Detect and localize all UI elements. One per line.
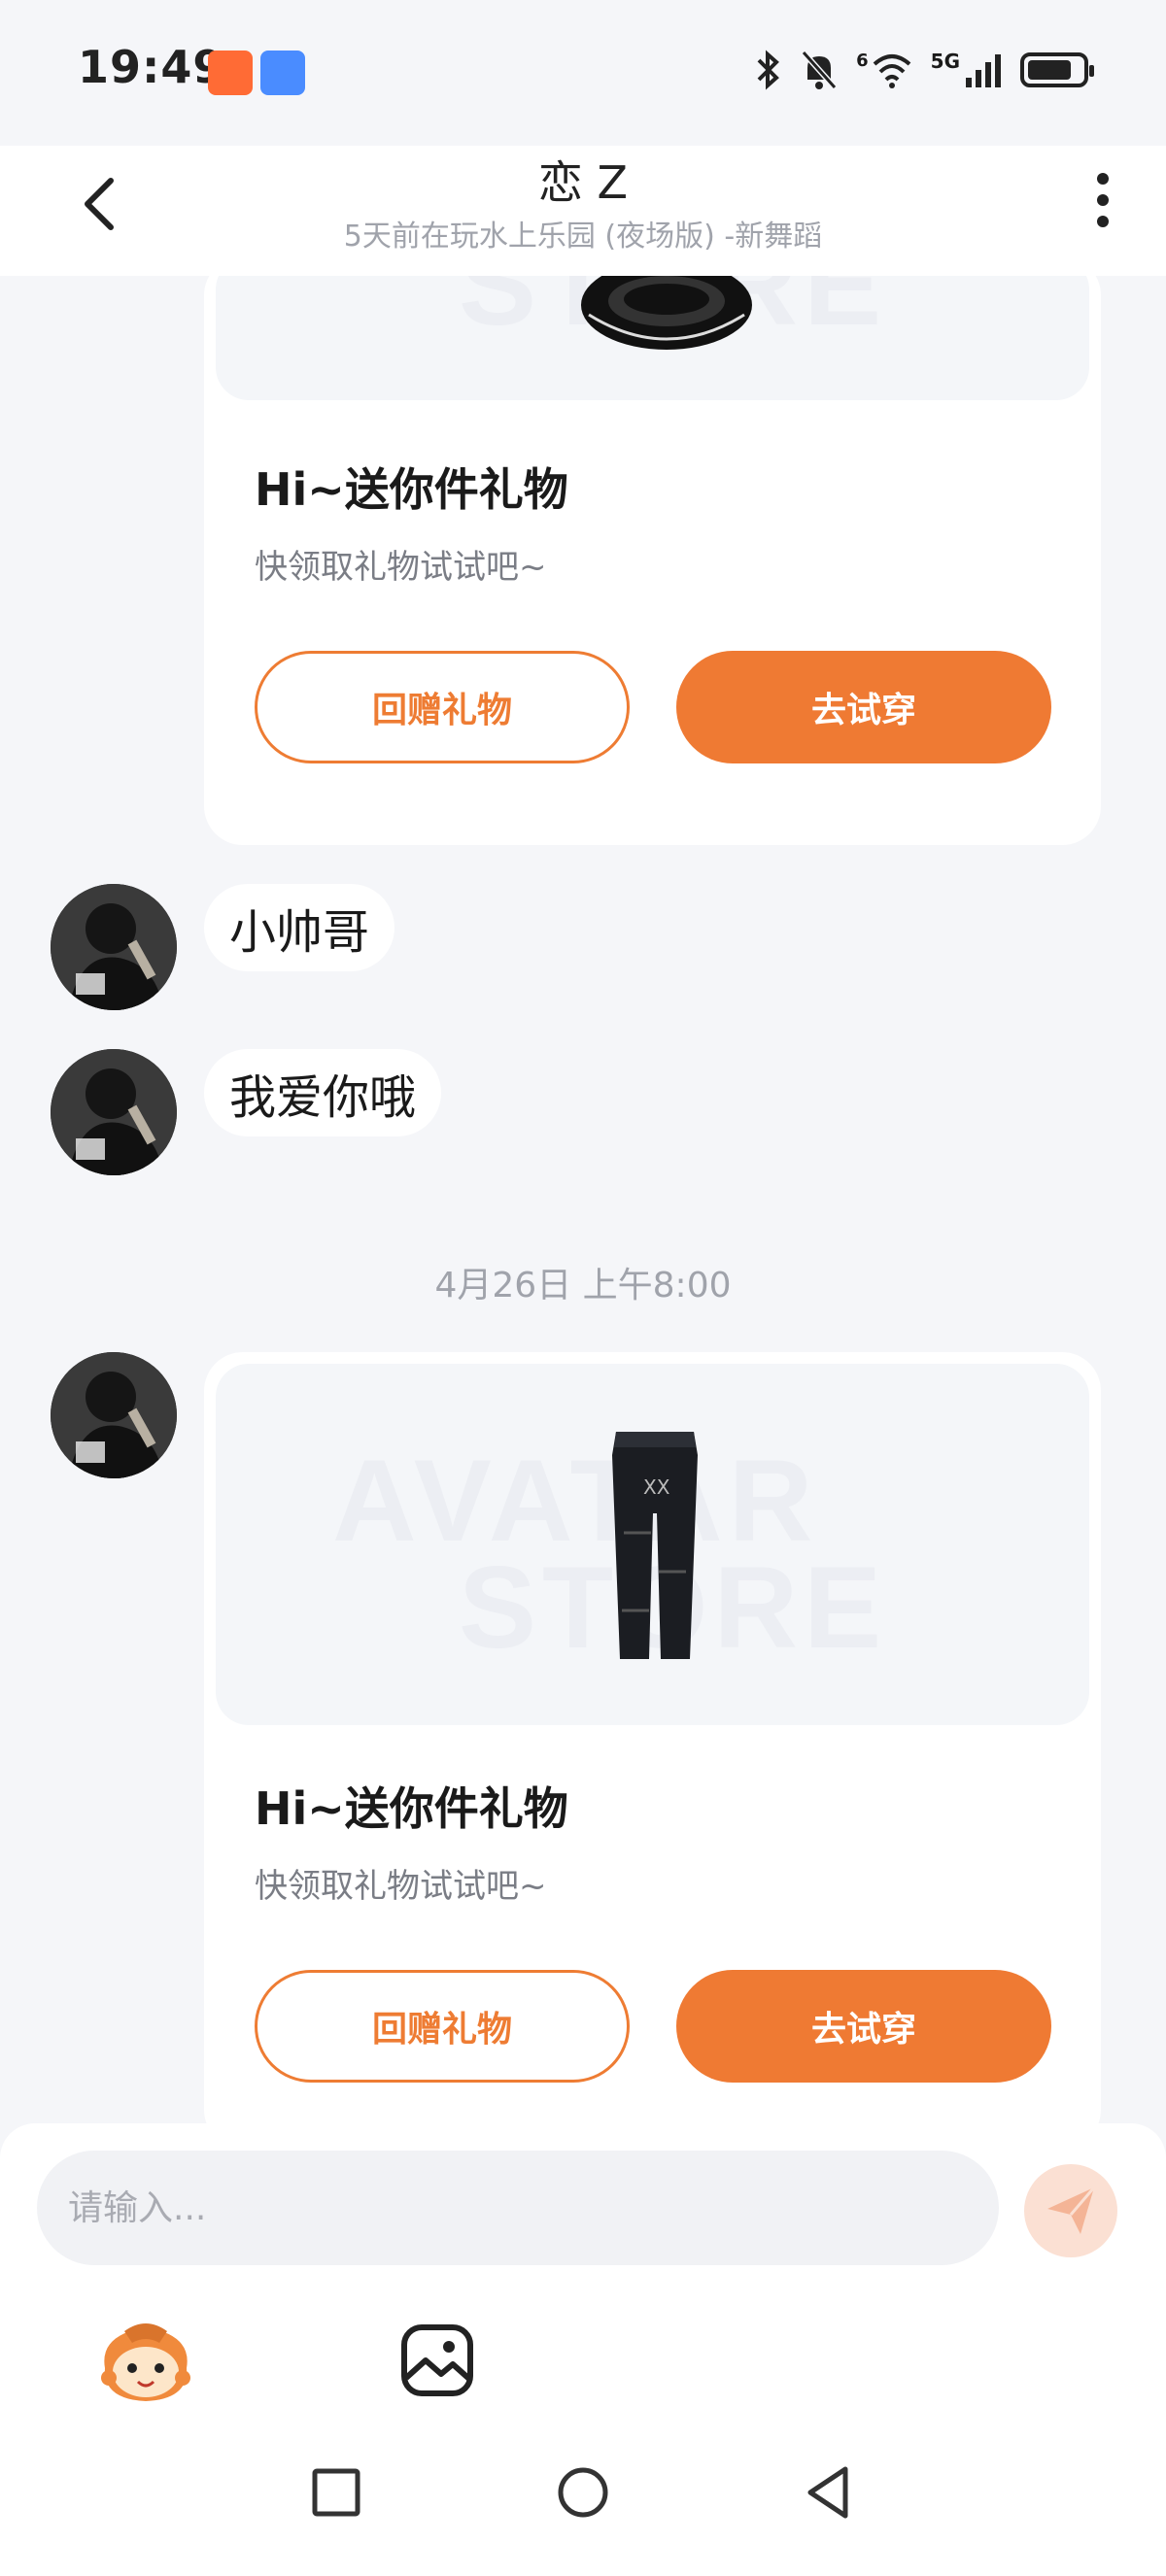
gift-card: AVATAR STORE XX Hi~送你件礼物 快领取礼物试试吧~ 回赠礼物 … [204, 1352, 1101, 2123]
gift-item-image: XX [612, 1432, 698, 1659]
avatar[interactable] [51, 1352, 177, 1478]
avatar-image [51, 1049, 177, 1175]
home-button[interactable] [554, 2463, 612, 2522]
message-input[interactable] [37, 2151, 999, 2265]
emoji-avatar-icon [101, 2323, 190, 2401]
system-navigation-bar [0, 2415, 1166, 2576]
input-panel [0, 2123, 1166, 2415]
message-bubble[interactable]: 小帅哥 [204, 884, 395, 971]
notification-app-icon [208, 51, 253, 95]
wifi-icon [873, 54, 910, 88]
status-time: 19:49 [78, 41, 225, 93]
mute-bell-icon [801, 51, 838, 89]
message-list[interactable]: STORE Hi~送你件礼物 快领取礼物试试吧~ 回赠礼物 去试穿 小帅哥 [0, 276, 1166, 2123]
gift-subtitle: 快领取礼物试试吧~ [255, 548, 547, 587]
avatar-image [51, 884, 177, 1010]
gift-title: Hi~送你件礼物 [255, 1782, 568, 1835]
gift-card: STORE Hi~送你件礼物 快领取礼物试试吧~ 回赠礼物 去试穿 [204, 276, 1101, 845]
back-nav-button[interactable] [801, 2463, 859, 2522]
svg-text:XX: XX [643, 1475, 670, 1499]
gift-title: Hi~送你件礼物 [255, 463, 568, 516]
contact-name: 恋 Z [537, 156, 629, 209]
contact-status: 5天前在玩水上乐园 (夜场版) -新舞蹈 [343, 220, 823, 254]
gift-item-image [581, 276, 752, 350]
status-bar: 19:49 6 5G [0, 0, 1166, 146]
message-bubble[interactable]: 我爱你哦 [204, 1049, 442, 1136]
emoji-button[interactable] [95, 2318, 196, 2405]
more-options-button[interactable] [1096, 171, 1110, 229]
try-on-button[interactable]: 去试穿 [676, 651, 1051, 763]
recent-apps-button[interactable] [307, 2463, 365, 2522]
battery-icon [1020, 52, 1094, 87]
gift-image-area: STORE [216, 276, 1089, 400]
message-timestamp: 4月26日 上午8:00 [434, 1266, 732, 1305]
wifi-label: 6 [856, 50, 869, 71]
return-gift-button[interactable]: 回赠礼物 [255, 1970, 630, 2083]
avatar[interactable] [51, 884, 177, 1010]
status-icons: 6 5G [755, 49, 1094, 91]
try-on-button[interactable]: 去试穿 [676, 1970, 1051, 2083]
app-store-icon [260, 51, 305, 95]
return-gift-button[interactable]: 回赠礼物 [255, 651, 630, 763]
signal-icon [966, 54, 1001, 87]
gift-subtitle: 快领取礼物试试吧~ [255, 1867, 547, 1906]
image-button[interactable] [398, 2322, 476, 2399]
send-button[interactable] [1024, 2164, 1117, 2257]
network-type: 5G [930, 50, 960, 73]
avatar[interactable] [51, 1049, 177, 1175]
gift-image-area: AVATAR STORE XX [216, 1364, 1089, 1725]
bluetooth-icon [757, 50, 780, 90]
avatar-image [51, 1352, 177, 1478]
send-icon [1047, 2186, 1096, 2234]
